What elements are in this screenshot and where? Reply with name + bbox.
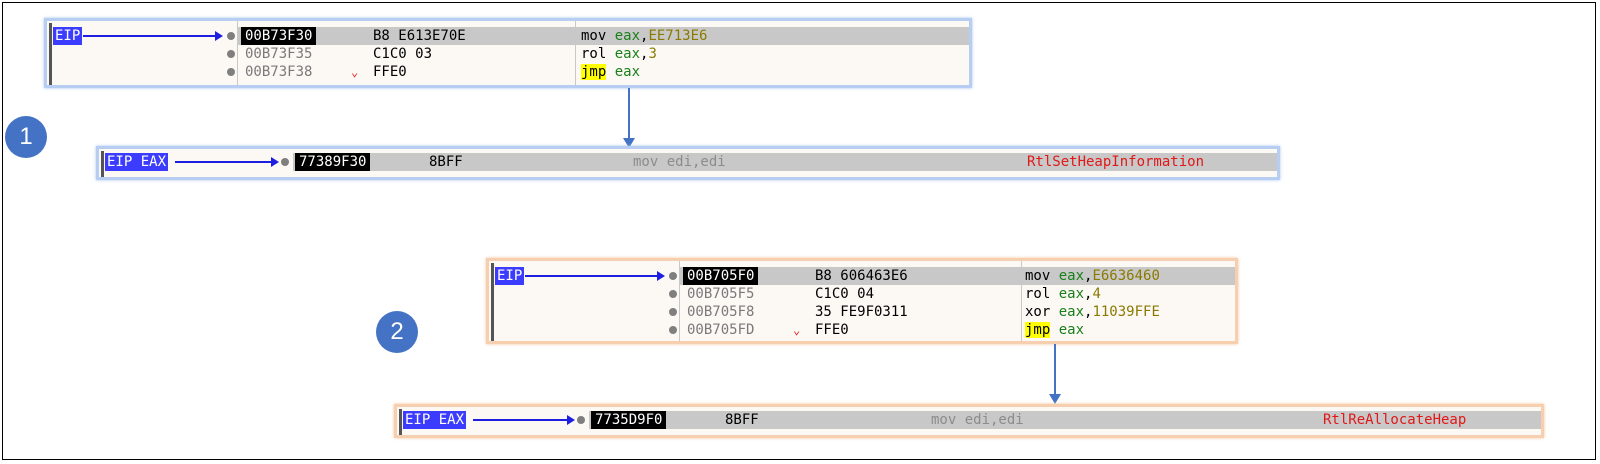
disassembly-panel-step2: EIP 00B705F0 B8 606463E6 mov eax,E663646… [486,258,1238,344]
address: 00B705F5 [687,286,755,302]
address: 00B73F30 [241,27,317,45]
opcode-bytes: 8BFF [725,412,759,428]
panel-left-bar [101,151,104,177]
breakpoint-dot-icon[interactable] [227,50,235,58]
disasm-row-current[interactable]: 77389F30 8BFF mov edi,edi RtlSetHeapInfo… [293,153,1277,171]
instruction: mov edi,edi [931,412,1024,428]
flow-arrow-line [628,88,630,140]
disasm-row-current[interactable]: 00B73F30 B8 E613E70E mov eax,EE713E6 [237,27,969,45]
breakpoint-dot-icon[interactable] [227,32,235,40]
breakpoint-dot-icon[interactable] [577,416,585,424]
opcode-bytes: 35 FE9F0311 [815,304,908,320]
eip-eax-label: EIP EAX [105,153,169,171]
address: 7735D9F0 [591,411,667,429]
instruction: jmp eax [1025,322,1085,338]
opcode-bytes: 8BFF [429,154,463,170]
instruction: mov eax,E6636460 [1025,268,1160,284]
instruction: mov eax,EE713E6 [581,28,708,44]
address: 00B73F38 [245,64,313,80]
jump-marker-icon: ⌄ [793,323,801,337]
eip-arrowhead-icon [567,415,575,425]
eip-arrow [525,275,659,277]
disasm-row-current[interactable]: 00B705F0 B8 606463E6 mov eax,E6636460 [679,267,1235,285]
instruction: xor eax,11039FFE [1025,304,1160,320]
step-badge-1: 1 [5,116,47,158]
opcode-bytes: B8 606463E6 [815,268,908,284]
disasm-row[interactable]: 00B705F5 C1C0 04 rol eax,4 [679,285,1235,303]
column-separator [1317,411,1318,429]
instruction: mov edi,edi [633,154,726,170]
panel-left-bar [491,263,494,341]
address: 00B705F0 [683,267,759,285]
address: 00B73F35 [245,46,313,62]
instruction: rol eax,4 [1025,286,1101,302]
panel-left-bar [399,409,402,435]
breakpoint-dot-icon[interactable] [669,272,677,280]
eip-arrow [83,35,217,37]
eip-label: EIP [495,267,525,285]
function-name: RtlReAllocateHeap [1323,412,1467,428]
column-separator [1021,153,1022,171]
disassembly-panel-target2: EIP EAX 7735D9F0 8BFF mov edi,edi RtlReA… [394,404,1544,438]
disassembly-panel-step1: EIP 00B73F30 B8 E613E70E mov eax,EE713E6… [44,18,972,88]
opcode-bytes: C1C0 04 [815,286,875,302]
address: 77389F30 [295,153,371,171]
disasm-row[interactable]: 00B73F38 ⌄ FFE0 jmp eax [237,63,969,81]
disassembly-panel-target1: EIP EAX 77389F30 8BFF mov edi,edi RtlSet… [96,146,1280,180]
instruction: jmp eax [581,64,641,80]
opcode-bytes: C1C0 03 [373,46,433,62]
breakpoint-dot-icon[interactable] [669,326,677,334]
opcode-bytes: FFE0 [815,322,849,338]
function-name: RtlSetHeapInformation [1027,154,1205,170]
address: 00B705F8 [687,304,755,320]
step-badge-2: 2 [376,311,418,353]
breakpoint-dot-icon[interactable] [281,158,289,166]
breakpoint-dot-icon[interactable] [669,308,677,316]
opcode-bytes: FFE0 [373,64,407,80]
panel-left-bar [49,23,52,85]
flow-arrow-line [1054,344,1056,396]
breakpoint-dot-icon[interactable] [227,68,235,76]
eip-label: EIP [53,27,83,45]
eip-eax-label: EIP EAX [403,411,467,429]
instruction: rol eax,3 [581,46,657,62]
breakpoint-dot-icon[interactable] [669,290,677,298]
disasm-row[interactable]: 00B705FD ⌄ FFE0 jmp eax [679,321,1235,339]
eip-arrowhead-icon [657,271,665,281]
eip-arrow [175,161,273,163]
disasm-row[interactable]: 00B705F8 35 FE9F0311 xor eax,11039FFE [679,303,1235,321]
eip-arrowhead-icon [215,31,223,41]
eip-arrow [473,419,569,421]
opcode-bytes: B8 E613E70E [373,28,466,44]
flow-arrowhead-icon [1049,394,1061,404]
column-separator [629,153,630,171]
column-separator [925,411,926,429]
jump-marker-icon: ⌄ [351,65,359,79]
disasm-row[interactable]: 00B73F35 C1C0 03 rol eax,3 [237,45,969,63]
address: 00B705FD [687,322,755,338]
disasm-row-current[interactable]: 7735D9F0 8BFF mov edi,edi RtlReAllocateH… [589,411,1541,429]
eip-arrowhead-icon [271,157,279,167]
